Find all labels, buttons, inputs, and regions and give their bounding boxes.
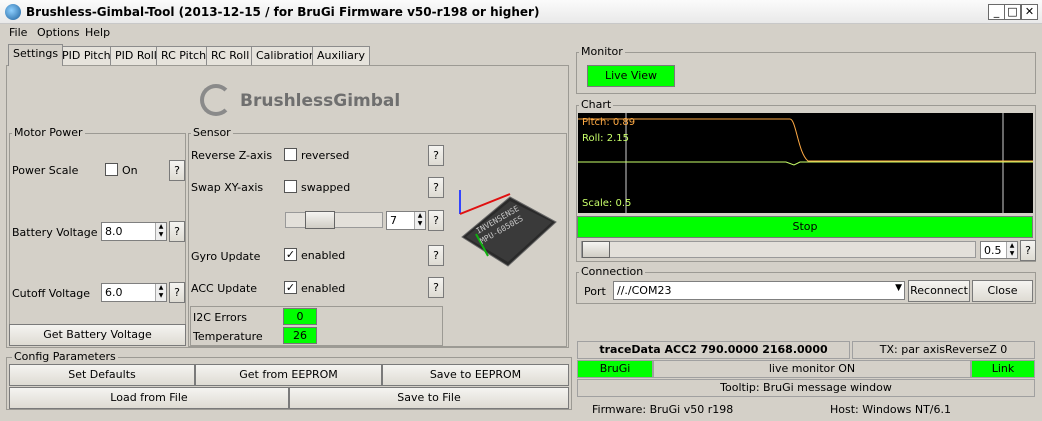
chart-pitch-label: Pitch: 0.89	[582, 117, 636, 128]
monitor-title: Monitor	[579, 45, 625, 58]
help-button-slider[interactable]: ?	[428, 210, 444, 231]
maximize-button[interactable]: □	[1004, 4, 1021, 20]
menu-bar: File Options Help	[0, 24, 1042, 42]
app-icon	[5, 4, 21, 20]
temperature-value: 26	[283, 327, 317, 344]
title-bar: Brushless-Gimbal-Tool (2013-12-15 / for …	[0, 0, 1042, 24]
reverse-z-check-label: reversed	[301, 149, 350, 162]
acc-update-check-label: enabled	[301, 282, 346, 295]
gyro-update-check-label: enabled	[301, 249, 346, 262]
reverse-z-label: Reverse Z-axis	[191, 149, 273, 162]
close-button[interactable]: Close	[972, 280, 1033, 302]
help-button-power-scale[interactable]: ?	[169, 160, 185, 181]
menu-options[interactable]: Options	[37, 26, 79, 39]
config-params-title: Config Parameters	[12, 350, 118, 363]
swap-xy-checkbox[interactable]	[284, 180, 297, 193]
help-button-cutoff[interactable]: ?	[169, 282, 185, 303]
sensor-title: Sensor	[191, 126, 233, 139]
help-button-swap-xy[interactable]: ?	[428, 177, 444, 198]
port-label: Port	[584, 285, 606, 298]
help-button-scale[interactable]: ?	[1020, 240, 1036, 261]
chart-roll-label: Roll: 2.15	[582, 133, 629, 144]
battery-voltage-input[interactable]: 8.0 ▲ ▼	[101, 222, 167, 241]
tab-pid-pitch[interactable]: PID Pitch	[57, 46, 116, 65]
set-defaults-button[interactable]: Set Defaults	[9, 364, 195, 386]
mpu-chip-icon: INVENSENSE MPU-6050ES	[459, 190, 557, 267]
gyro-update-label: Gyro Update	[191, 250, 261, 263]
cutoff-spinner-arrows[interactable]: ▲ ▼	[155, 284, 166, 301]
sensor-slider-handle[interactable]	[305, 211, 335, 229]
port-value: //./COM23	[617, 284, 672, 297]
chart-background	[578, 113, 1033, 213]
scale-spinner-arrows[interactable]: ▲ ▼	[1006, 242, 1017, 258]
battery-voltage-label: Battery Voltage	[12, 226, 98, 239]
port-select[interactable]: //./COM23 ▼	[613, 281, 905, 300]
save-to-file-button[interactable]: Save to File	[289, 387, 569, 409]
gyro-update-checkbox[interactable]: ✓	[284, 248, 297, 261]
tooltip-status: Tooltip: BruGi message window	[577, 379, 1035, 397]
acc-update-checkbox[interactable]: ✓	[284, 281, 297, 294]
firmware-status: Firmware: BruGi v50 r198	[592, 403, 734, 416]
tab-settings[interactable]: Settings	[8, 44, 64, 66]
tab-calibration[interactable]: Calibration	[251, 46, 321, 65]
get-battery-voltage-button[interactable]: Get Battery Voltage	[9, 324, 186, 346]
tab-rc-roll[interactable]: RC Roll	[206, 46, 255, 65]
monitor-chart	[578, 113, 1033, 213]
sensor-slider-input[interactable]: 7 ▲ ▼	[386, 211, 426, 230]
sensor-spinner-arrows[interactable]: ▲ ▼	[414, 212, 425, 229]
cutoff-voltage-input[interactable]: 6.0 ▲ ▼	[101, 283, 167, 302]
help-button-reverse-z[interactable]: ?	[428, 145, 444, 166]
temperature-label: Temperature	[193, 330, 263, 343]
reconnect-button[interactable]: Reconnect	[908, 280, 970, 302]
reverse-z-checkbox[interactable]	[284, 148, 297, 161]
i2c-errors-value: 0	[283, 308, 317, 325]
live-monitor-status: live monitor ON	[653, 360, 971, 378]
host-status: Host: Windows NT/6.1	[830, 403, 951, 416]
connection-title: Connection	[579, 265, 646, 278]
chart-scale-label: Scale: 0.5	[582, 198, 632, 209]
scale-input[interactable]: 0.5 ▲ ▼	[980, 241, 1018, 259]
motor-power-title: Motor Power	[12, 126, 85, 139]
battery-voltage-value: 8.0	[105, 225, 123, 238]
power-scale-checkbox[interactable]	[105, 163, 118, 176]
cutoff-voltage-label: Cutoff Voltage	[12, 287, 91, 300]
minimize-button[interactable]: _	[988, 4, 1005, 20]
scale-slider[interactable]	[581, 241, 976, 258]
menu-file[interactable]: File	[9, 26, 27, 39]
tab-auxiliary[interactable]: Auxiliary	[312, 46, 370, 65]
live-view-button[interactable]: Live View	[587, 65, 675, 87]
battery-spinner-arrows[interactable]: ▲ ▼	[155, 223, 166, 240]
menu-help[interactable]: Help	[85, 26, 110, 39]
help-button-gyro[interactable]: ?	[428, 245, 444, 266]
chart-title: Chart	[579, 98, 614, 111]
link-indicator: Link	[971, 360, 1035, 378]
scale-slider-handle[interactable]	[582, 241, 610, 258]
i2c-errors-label: I2C Errors	[193, 311, 247, 324]
brugi-indicator: BruGi	[577, 360, 653, 378]
power-scale-label: Power Scale	[12, 164, 79, 177]
chevron-down-icon: ▼	[895, 283, 902, 293]
logo-icon	[200, 84, 232, 116]
stop-button[interactable]: Stop	[577, 216, 1033, 238]
window-title: Brushless-Gimbal-Tool (2013-12-15 / for …	[26, 5, 540, 19]
trace-data-status: traceData ACC2 790.0000 2168.0000	[577, 341, 850, 359]
cutoff-voltage-value: 6.0	[105, 286, 123, 299]
load-from-file-button[interactable]: Load from File	[9, 387, 289, 409]
tab-pid-roll[interactable]: PID Roll	[110, 46, 162, 65]
help-button-acc[interactable]: ?	[428, 277, 444, 298]
swap-xy-check-label: swapped	[301, 181, 351, 194]
tab-rc-pitch[interactable]: RC Pitch	[156, 46, 212, 65]
swap-xy-label: Swap XY-axis	[191, 181, 264, 194]
help-button-battery[interactable]: ?	[169, 221, 185, 242]
tx-status: TX: par axisReverseZ 0	[852, 341, 1035, 359]
scale-value: 0.5	[984, 244, 1002, 257]
acc-update-label: ACC Update	[191, 282, 258, 295]
close-window-button[interactable]: ✕	[1021, 4, 1038, 20]
get-from-eeprom-button[interactable]: Get from EEPROM	[195, 364, 382, 386]
logo-text: BrushlessGimbal	[240, 91, 401, 111]
save-to-eeprom-button[interactable]: Save to EEPROM	[382, 364, 569, 386]
power-scale-check-label: On	[122, 164, 138, 177]
sensor-slider-value: 7	[390, 214, 397, 227]
